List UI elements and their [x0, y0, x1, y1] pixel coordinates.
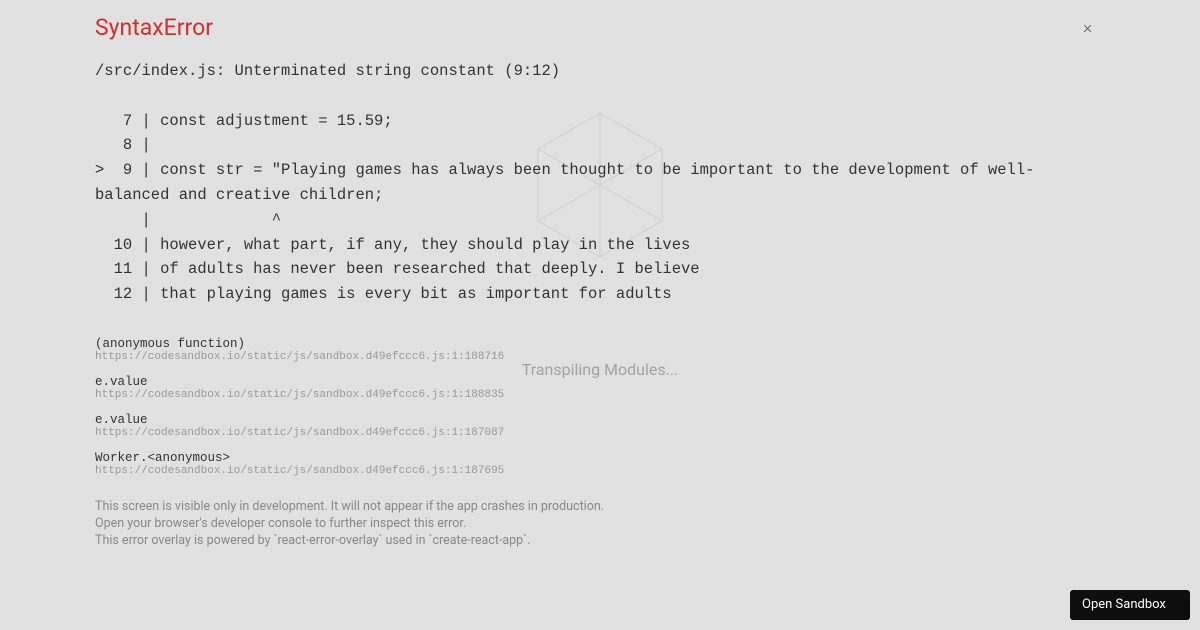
footer-line: Open your browser's developer console to…: [95, 516, 1105, 533]
open-sandbox-button[interactable]: Open Sandbox: [1070, 590, 1190, 620]
stack-frame: e.value https://codesandbox.io/static/js…: [95, 375, 1105, 401]
error-title: SyntaxError: [95, 14, 1105, 41]
stack-function-name: e.value: [95, 413, 1105, 427]
stack-location[interactable]: https://codesandbox.io/static/js/sandbox…: [95, 389, 1105, 401]
stack-location[interactable]: https://codesandbox.io/static/js/sandbox…: [95, 427, 1105, 439]
stack-location[interactable]: https://codesandbox.io/static/js/sandbox…: [95, 351, 1105, 363]
stack-function-name: (anonymous function): [95, 337, 1105, 351]
code-line: 7 | const adjustment = 15.59;: [95, 112, 393, 130]
error-overlay: SyntaxError /src/index.js: Unterminated …: [0, 0, 1200, 550]
code-line-highlighted: > 9 | const str = "Playing games has alw…: [95, 161, 1034, 204]
code-line-caret: | ^: [95, 211, 281, 229]
code-line: 11 | of adults has never been researched…: [95, 260, 700, 278]
stack-location[interactable]: https://codesandbox.io/static/js/sandbox…: [95, 465, 1105, 477]
stack-frame: Worker.<anonymous> https://codesandbox.i…: [95, 451, 1105, 477]
stack-trace: (anonymous function) https://codesandbox…: [95, 337, 1105, 477]
code-line: 8 |: [95, 136, 160, 154]
code-line: 10 | however, what part, if any, they sh…: [95, 236, 690, 254]
footer-line: This screen is visible only in developme…: [95, 499, 1105, 516]
stack-frame: (anonymous function) https://codesandbox…: [95, 337, 1105, 363]
stack-frame: e.value https://codesandbox.io/static/js…: [95, 413, 1105, 439]
error-location-line: /src/index.js: Unterminated string const…: [95, 62, 560, 80]
footer-line: This error overlay is powered by `react-…: [95, 533, 1105, 550]
error-code-block: /src/index.js: Unterminated string const…: [95, 59, 1105, 307]
stack-function-name: e.value: [95, 375, 1105, 389]
code-line: 12 | that playing games is every bit as …: [95, 285, 672, 303]
footer-notes: This screen is visible only in developme…: [95, 499, 1105, 550]
close-button[interactable]: ×: [1083, 20, 1092, 37]
stack-function-name: Worker.<anonymous>: [95, 451, 1105, 465]
